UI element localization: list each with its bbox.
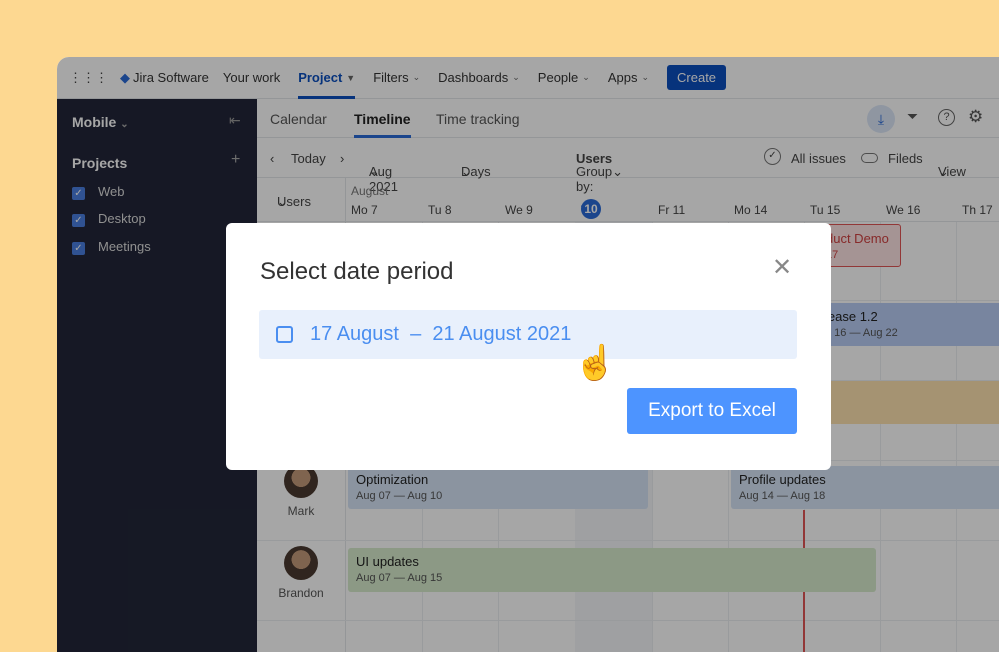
close-icon[interactable]: ✕ <box>772 253 792 282</box>
calendar-icon <box>276 326 293 343</box>
modal-title: Select date period <box>260 258 453 286</box>
date-range-field[interactable]: 17 August – 21 August 2021 <box>259 310 797 359</box>
export-to-excel-button[interactable]: Export to Excel <box>627 388 797 434</box>
hand-cursor-icon: ☝ <box>574 343 616 383</box>
select-date-modal: Select date period ✕ 17 August – 21 Augu… <box>226 223 831 470</box>
